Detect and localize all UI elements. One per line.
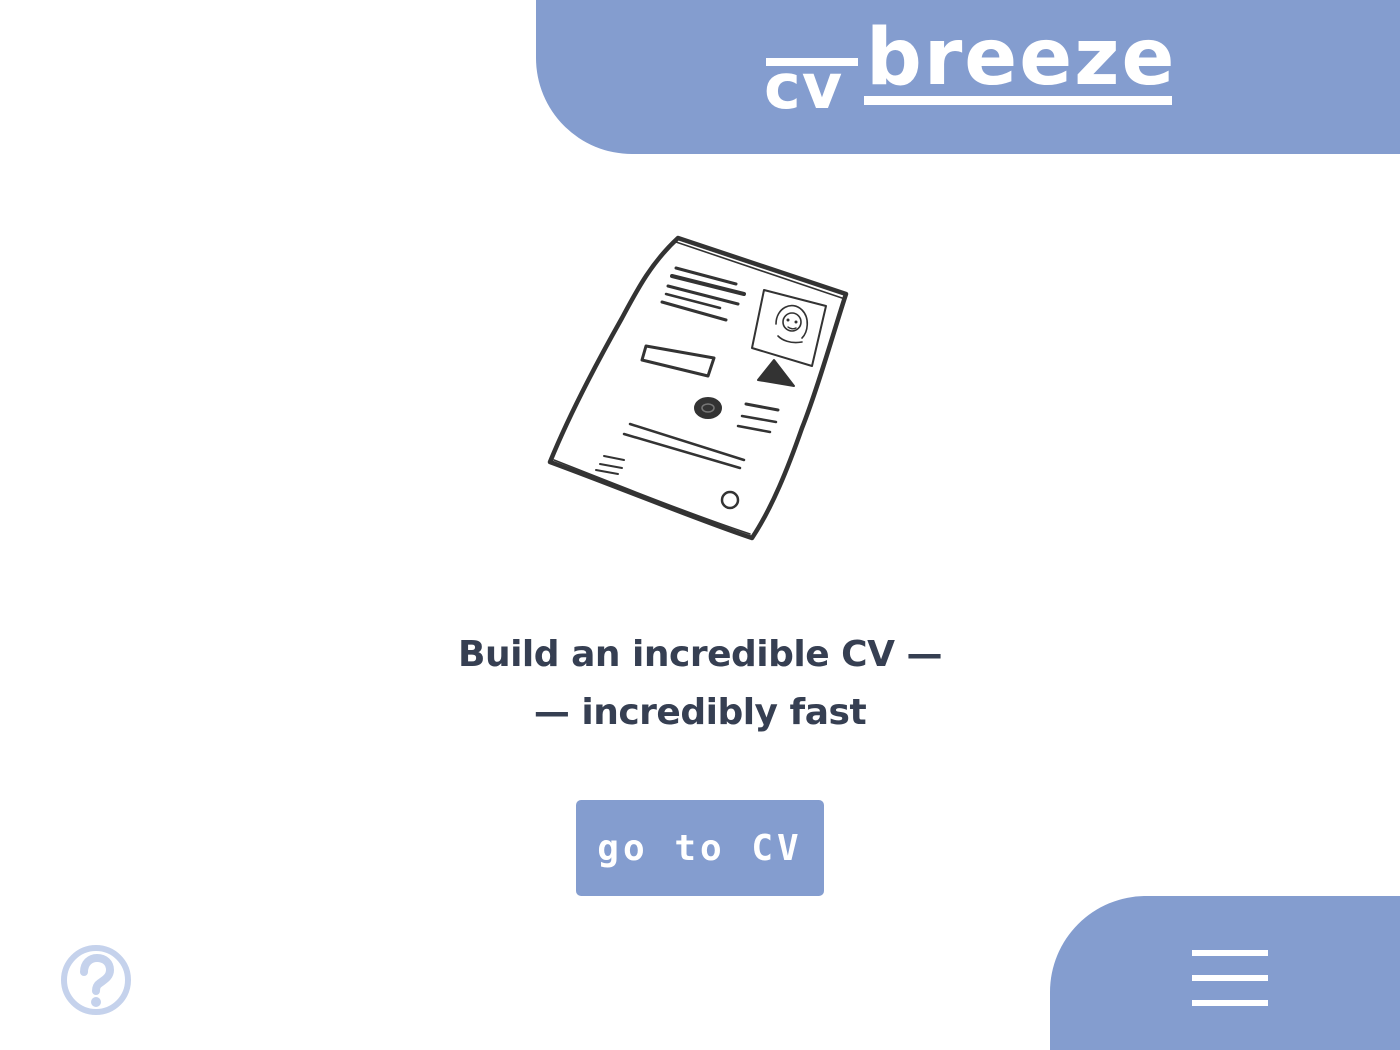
menu-bar-bottom — [1192, 1000, 1268, 1006]
headline-line-1: Build an incredible CV — — [458, 634, 942, 675]
landing-page: cv breeze Build an incredible CV — — inc… — [0, 0, 1400, 1050]
hamburger-menu-icon[interactable] — [1192, 950, 1268, 1006]
help-button[interactable] — [60, 944, 132, 1016]
logo-breeze-text: breeze — [866, 13, 1177, 103]
cvbreeze-logo[interactable]: cv breeze — [764, 18, 1184, 128]
go-to-cv-button[interactable]: go to CV — [576, 800, 824, 896]
logo-breeze-underline — [864, 96, 1172, 105]
logo-cv-text: cv — [764, 50, 844, 123]
question-circle-icon — [61, 945, 131, 1015]
headline-line-2: — incredibly fast — [533, 692, 867, 733]
menu-bar-top — [1192, 950, 1268, 956]
menu-bar-middle — [1192, 975, 1268, 981]
hero-headline: Build an incredible CV — — incredibly fa… — [300, 626, 1100, 742]
cv-document-sketch-icon — [540, 228, 860, 548]
